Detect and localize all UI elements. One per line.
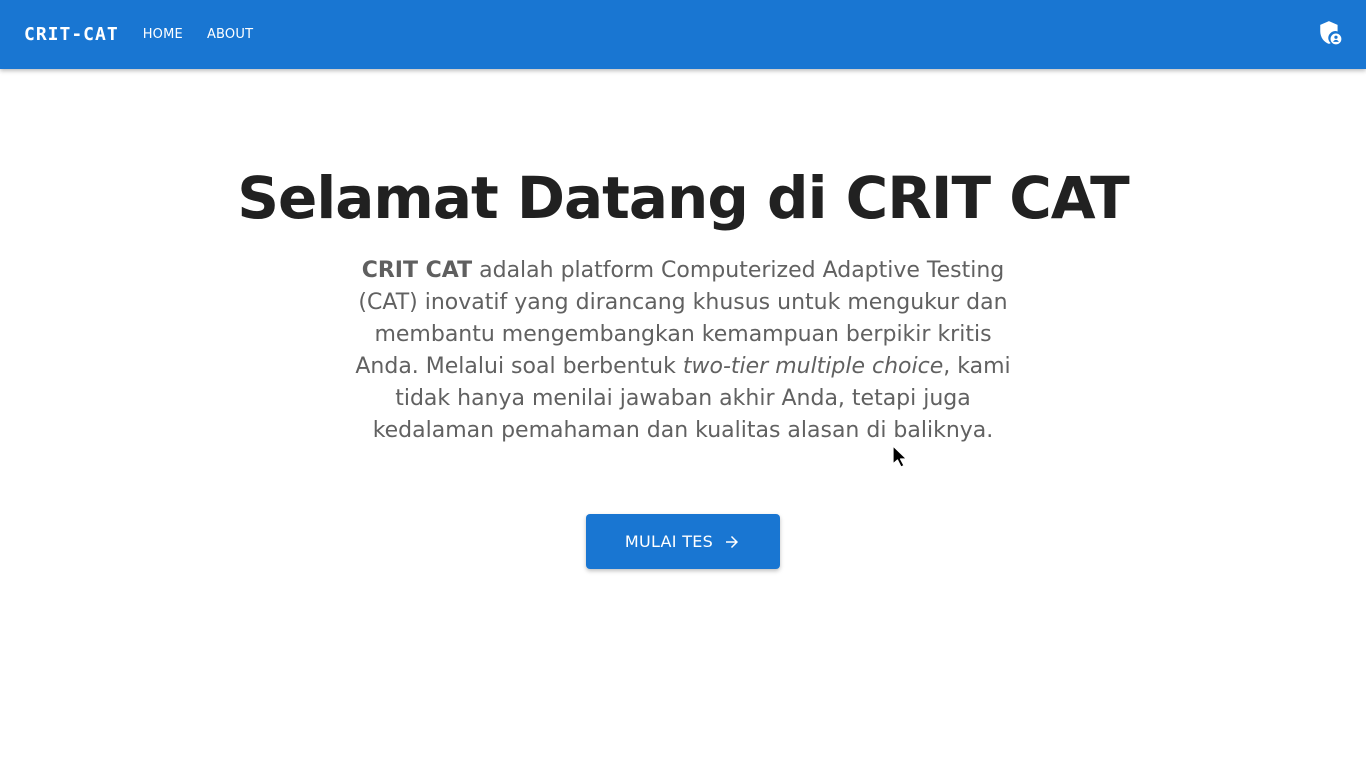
mouse-cursor-icon	[892, 445, 910, 469]
nav-home[interactable]: HOME	[143, 27, 183, 42]
main-content: Selamat Datang di CRIT CAT CRIT CAT adal…	[0, 69, 1366, 768]
hero-title: Selamat Datang di CRIT CAT	[237, 164, 1129, 232]
brand-name-bold: CRIT CAT	[361, 258, 473, 283]
description-italic: two-tier multiple choice	[682, 354, 944, 379]
start-test-label: MULAI TES	[624, 532, 714, 551]
nav-about[interactable]: ABOUT	[207, 27, 253, 42]
shield-account-icon	[1317, 20, 1343, 50]
app-bar: CRIT-CAT HOME ABOUT	[0, 0, 1366, 69]
hero-description: CRIT CAT adalah platform Computerized Ad…	[343, 255, 1023, 447]
admin-button[interactable]	[1312, 17, 1348, 53]
arrow-right-icon	[723, 533, 741, 551]
start-test-button[interactable]: MULAI TES	[586, 514, 780, 569]
brand-logo[interactable]: CRIT-CAT	[24, 24, 119, 45]
